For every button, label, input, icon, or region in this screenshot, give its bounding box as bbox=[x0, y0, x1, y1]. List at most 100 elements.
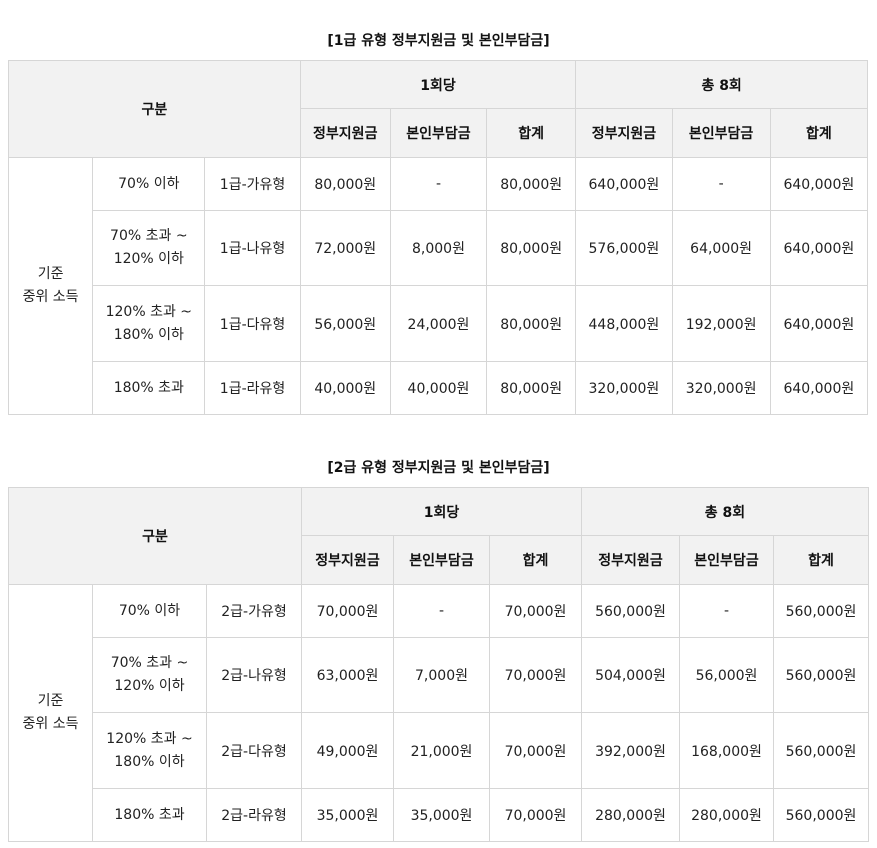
sum-cell: 70,000원 bbox=[489, 584, 582, 638]
header-group-total: 총 8회 bbox=[581, 487, 869, 536]
gov-cell: 80,000원 bbox=[299, 157, 391, 211]
table-row: 180% 초과 1급-라유형 40,000원 40,000원 80,000원 3… bbox=[9, 361, 869, 415]
self-total-cell: 56,000원 bbox=[679, 637, 774, 713]
header-category: 구분 bbox=[8, 487, 302, 585]
income-line: 70% 이하 bbox=[118, 175, 180, 192]
header-group-per-visit: 1회당 bbox=[301, 487, 582, 536]
income-line: 120% 이하 bbox=[113, 251, 184, 267]
income-range: 120% 초과 ~ 180% 이하 bbox=[92, 712, 207, 789]
header-self: 본인부담금 bbox=[389, 108, 488, 158]
self-total-cell: - bbox=[671, 157, 771, 211]
gov-cell: 72,000원 bbox=[299, 210, 391, 286]
table-row: 180% 초과 2급-라유형 35,000원 35,000원 70,000원 2… bbox=[9, 788, 869, 842]
self-cell: - bbox=[393, 584, 490, 638]
header-self-total: 본인부담금 bbox=[671, 108, 771, 158]
sum-cell: 70,000원 bbox=[489, 712, 582, 789]
self-cell: 8,000원 bbox=[389, 210, 488, 286]
self-total-cell: 320,000원 bbox=[671, 361, 771, 415]
row-group-label-line: 중위 소득 bbox=[22, 716, 79, 732]
sum-total-cell: 560,000원 bbox=[773, 712, 869, 789]
gov-total-cell: 560,000원 bbox=[581, 584, 680, 638]
income-line: 180% 초과 bbox=[113, 379, 184, 396]
sum-total-cell: 640,000원 bbox=[769, 361, 869, 415]
header-sum: 합계 bbox=[486, 108, 577, 158]
subsidy-table: 구분 1회당 총 8회 정부지원금 본인부담금 합계 정부지원금 본인부담금 합… bbox=[7, 60, 869, 415]
sum-cell: 80,000원 bbox=[486, 210, 577, 286]
gov-cell: 56,000원 bbox=[299, 285, 391, 362]
income-line: 120% 이하 bbox=[114, 678, 185, 694]
type-cell: 1급-라유형 bbox=[204, 361, 301, 415]
table-row: 70% 초과 ~ 120% 이하 1급-나유형 72,000원 8,000원 8… bbox=[9, 210, 869, 286]
gov-cell: 63,000원 bbox=[301, 637, 394, 713]
table-row: 120% 초과 ~ 180% 이하 2급-다유형 49,000원 21,000원… bbox=[9, 712, 869, 789]
header-sum: 합계 bbox=[489, 535, 582, 585]
header-gov: 정부지원금 bbox=[299, 108, 391, 158]
row-group-label-line: 기준 bbox=[37, 693, 64, 709]
gov-total-cell: 320,000원 bbox=[575, 361, 673, 415]
row-group-label-line: 기준 bbox=[37, 266, 64, 282]
gov-total-cell: 280,000원 bbox=[581, 788, 680, 842]
header-sum-total: 합계 bbox=[773, 535, 869, 585]
type-cell: 1급-다유형 bbox=[204, 285, 301, 362]
income-line: 120% 초과 ~ bbox=[106, 730, 193, 747]
header-self: 본인부담금 bbox=[393, 535, 490, 585]
income-range: 70% 이하 bbox=[92, 157, 206, 211]
gov-total-cell: 576,000원 bbox=[575, 210, 673, 286]
sum-cell: 80,000원 bbox=[486, 285, 577, 362]
gov-cell: 70,000원 bbox=[301, 584, 394, 638]
income-range: 120% 초과 ~ 180% 이하 bbox=[92, 285, 206, 362]
gov-total-cell: 504,000원 bbox=[581, 637, 680, 713]
gov-total-cell: 640,000원 bbox=[575, 157, 673, 211]
sum-total-cell: 560,000원 bbox=[773, 788, 869, 842]
subsidy-table: 구분 1회당 총 8회 정부지원금 본인부담금 합계 정부지원금 본인부담금 합… bbox=[8, 487, 869, 842]
income-line: 70% 초과 ~ bbox=[110, 655, 189, 671]
self-total-cell: - bbox=[679, 584, 774, 638]
self-cell: 7,000원 bbox=[393, 637, 490, 713]
self-total-cell: 192,000원 bbox=[671, 285, 771, 362]
self-total-cell: 280,000원 bbox=[679, 788, 774, 842]
row-group-label: 기준 중위 소득 bbox=[7, 157, 94, 415]
self-cell: 24,000원 bbox=[389, 285, 488, 362]
income-line: 180% 초과 bbox=[114, 806, 185, 823]
self-cell: 35,000원 bbox=[393, 788, 490, 842]
self-total-cell: 64,000원 bbox=[671, 210, 771, 286]
income-range: 70% 초과 ~ 120% 이하 bbox=[92, 637, 207, 713]
table-row: 70% 초과 ~ 120% 이하 2급-나유형 63,000원 7,000원 7… bbox=[9, 637, 869, 713]
gov-total-cell: 448,000원 bbox=[575, 285, 673, 362]
income-line: 120% 초과 ~ bbox=[105, 303, 193, 320]
type-cell: 2급-가유형 bbox=[206, 584, 302, 638]
gov-cell: 40,000원 bbox=[299, 361, 391, 415]
type-cell: 1급-나유형 bbox=[204, 210, 301, 286]
header-sum-total: 합계 bbox=[769, 108, 869, 158]
sum-total-cell: 640,000원 bbox=[769, 285, 869, 362]
type-cell: 2급-다유형 bbox=[206, 712, 302, 789]
sum-total-cell: 640,000원 bbox=[769, 157, 869, 211]
table-row: 기준 중위 소득 70% 이하 2급-가유형 70,000원 - 70,000원… bbox=[8, 584, 869, 842]
income-line: 70% 이하 bbox=[118, 602, 181, 619]
income-line: 180% 이하 bbox=[113, 326, 184, 343]
type-cell: 2급-라유형 bbox=[206, 788, 302, 842]
sum-cell: 80,000원 bbox=[486, 361, 577, 415]
income-range: 180% 초과 bbox=[92, 788, 207, 842]
income-range: 70% 이하 bbox=[92, 584, 207, 638]
self-cell: - bbox=[389, 157, 488, 211]
self-cell: 21,000원 bbox=[393, 712, 490, 789]
header-gov-total: 정부지원금 bbox=[581, 535, 680, 585]
table-title: [1급 유형 정부지원금 및 본인부담금] bbox=[327, 33, 550, 49]
table-row: 기준 중위 소득 70% 이하 1급-가유형 80,000원 - 80,000원… bbox=[7, 157, 869, 415]
sum-total-cell: 640,000원 bbox=[769, 210, 869, 286]
sum-total-cell: 560,000원 bbox=[773, 637, 869, 713]
income-range: 70% 초과 ~ 120% 이하 bbox=[92, 210, 206, 286]
header-group-per-visit: 1회당 bbox=[299, 60, 577, 109]
table-title: [2급 유형 정부지원금 및 본인부담금] bbox=[327, 460, 550, 476]
income-range: 180% 초과 bbox=[92, 361, 206, 415]
header-category: 구분 bbox=[8, 60, 301, 158]
self-total-cell: 168,000원 bbox=[679, 712, 774, 789]
header-gov: 정부지원금 bbox=[301, 535, 394, 585]
row-group-label-line: 중위 소득 bbox=[22, 289, 79, 305]
gov-total-cell: 392,000원 bbox=[581, 712, 680, 789]
sum-cell: 70,000원 bbox=[489, 788, 582, 842]
type-cell: 1급-가유형 bbox=[204, 157, 301, 211]
income-line: 180% 이하 bbox=[114, 753, 185, 770]
sum-cell: 80,000원 bbox=[486, 157, 577, 211]
